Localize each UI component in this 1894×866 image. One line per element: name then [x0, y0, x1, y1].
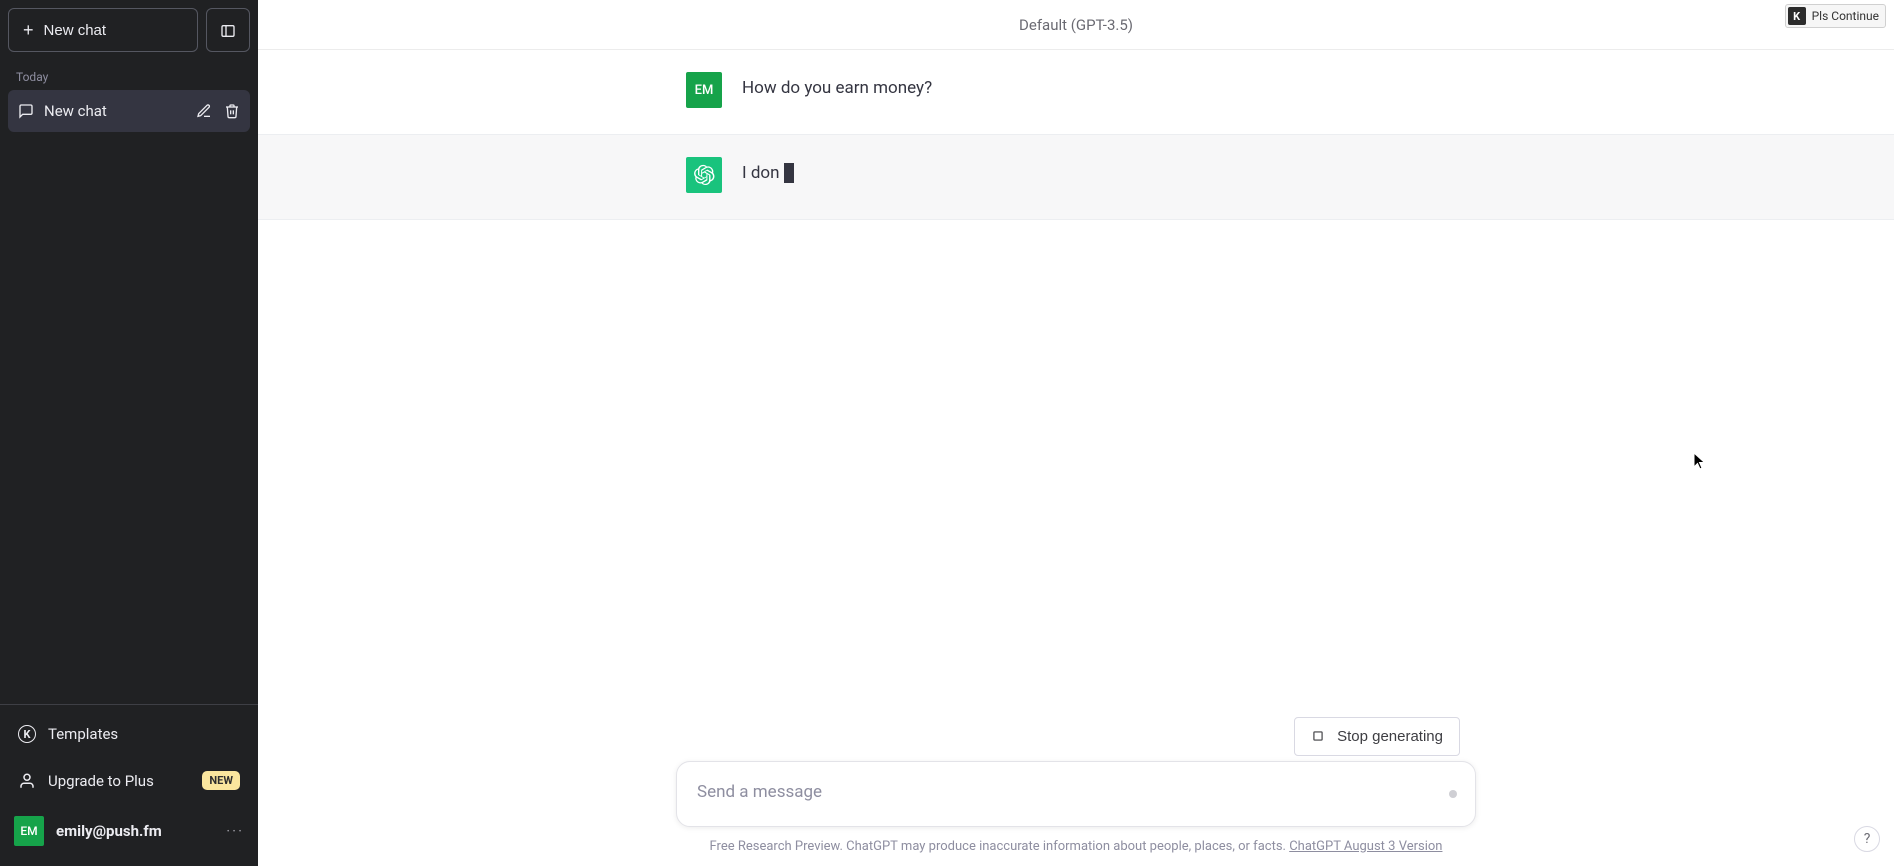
assistant-message-text: I don: [742, 157, 794, 193]
message-input[interactable]: [677, 762, 1475, 822]
stop-generating-label: Stop generating: [1337, 728, 1443, 745]
message-composer: [676, 761, 1476, 827]
stop-generating-button[interactable]: Stop generating: [1294, 717, 1460, 756]
disclaimer-text: Free Research Preview. ChatGPT may produ…: [710, 839, 1290, 854]
trash-icon[interactable]: [224, 103, 240, 119]
templates-icon: K: [18, 725, 36, 743]
help-button[interactable]: ?: [1854, 826, 1880, 852]
sidebar: + New chat Today New chat: [0, 0, 258, 866]
composer-area: Stop generating Free Research Preview. C…: [258, 761, 1894, 866]
templates-button[interactable]: K Templates: [8, 711, 250, 757]
new-chat-button[interactable]: + New chat: [8, 8, 198, 52]
plus-icon: +: [23, 21, 34, 39]
upgrade-label: Upgrade to Plus: [48, 772, 190, 790]
history-item[interactable]: New chat: [8, 90, 250, 132]
new-badge: NEW: [202, 771, 240, 790]
person-icon: [18, 772, 36, 790]
assistant-message-content: I don: [742, 163, 780, 183]
history-item-title: New chat: [44, 102, 186, 120]
templates-label: Templates: [48, 725, 118, 743]
main-pane: K Pls Continue Default (GPT-3.5) EM How …: [258, 0, 1894, 866]
stop-icon: [1311, 729, 1327, 745]
send-indicator-icon: [1449, 790, 1457, 798]
user-message-avatar: EM: [686, 72, 722, 108]
user-avatar: EM: [14, 816, 44, 846]
upgrade-button[interactable]: Upgrade to Plus NEW: [8, 757, 250, 804]
sidebar-collapse-icon: [220, 22, 236, 38]
extension-k-icon: K: [1788, 7, 1806, 25]
chat-icon: [18, 103, 34, 119]
footer-disclaimer: Free Research Preview. ChatGPT may produ…: [258, 827, 1894, 858]
assistant-avatar: [686, 157, 722, 193]
message-assistant: I don: [258, 135, 1894, 220]
extension-label: Pls Continue: [1812, 9, 1879, 23]
help-icon: ?: [1864, 831, 1871, 847]
model-label: Default (GPT-3.5): [1019, 16, 1133, 34]
browser-extension-badge[interactable]: K Pls Continue: [1785, 4, 1886, 28]
more-icon: ···: [226, 822, 244, 840]
user-message-text: How do you earn money?: [742, 72, 932, 108]
edit-icon[interactable]: [196, 103, 212, 119]
section-label-today: Today: [8, 60, 250, 90]
user-email: emily@push.fm: [56, 822, 214, 840]
chat-scroll-area[interactable]: EM How do you earn money? I don: [258, 50, 1894, 761]
streaming-cursor-icon: [784, 163, 794, 183]
version-link[interactable]: ChatGPT August 3 Version: [1289, 839, 1442, 854]
message-user: EM How do you earn money?: [258, 50, 1894, 135]
user-menu-button[interactable]: EM emily@push.fm ···: [8, 804, 250, 858]
model-indicator: Default (GPT-3.5): [258, 0, 1894, 50]
new-chat-label: New chat: [44, 22, 107, 39]
toggle-sidebar-button[interactable]: [206, 8, 250, 52]
